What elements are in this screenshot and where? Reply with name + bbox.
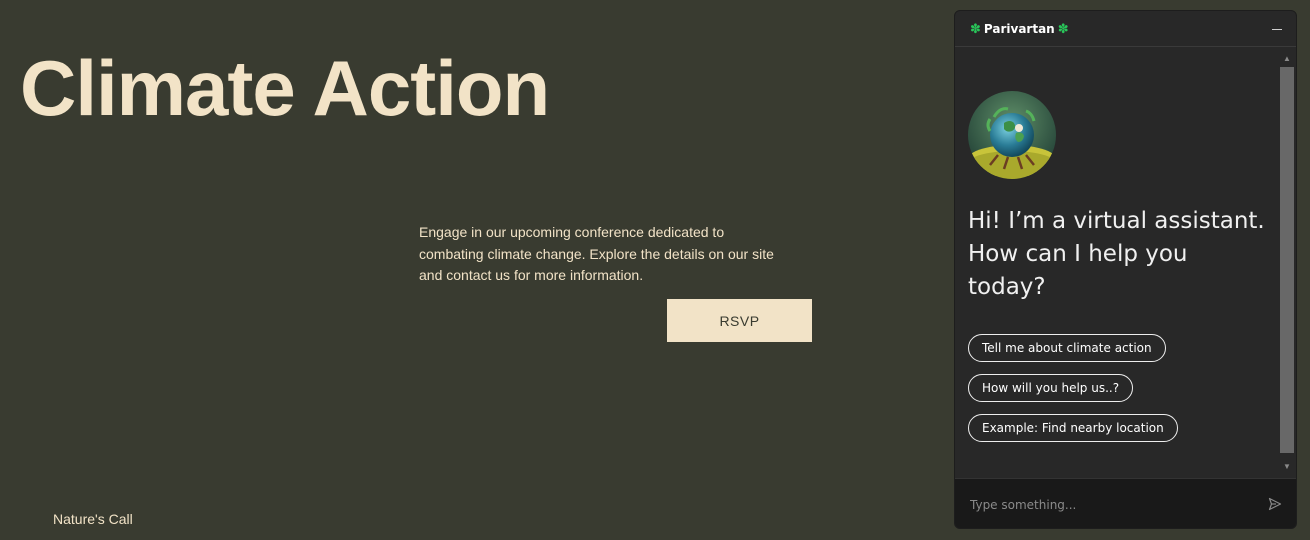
send-button[interactable] [1267,497,1283,513]
chat-messages[interactable]: Hi! I’m a virtual assistant. How can I h… [955,48,1296,478]
globe-avatar [968,91,1056,179]
suggestion-chip[interactable]: Example: Find nearby location [968,414,1178,442]
send-icon [1268,497,1282,511]
suggestion-chip[interactable]: Tell me about climate action [968,334,1166,362]
chat-header: ✽ Parivartan ✽ [955,11,1296,47]
chat-input-bar [955,478,1296,528]
footer-brand-link[interactable]: Nature's Call [53,511,133,527]
clover-icon: ✽ [1057,21,1069,36]
suggestion-chip[interactable]: How will you help us..? [968,374,1134,402]
scroll-down-icon[interactable]: ▼ [1280,460,1294,474]
chat-title: Parivartan [983,21,1055,36]
assistant-greeting: Hi! I’m a virtual assistant. How can I h… [968,208,1265,300]
rsvp-button[interactable]: RSVP [667,299,812,342]
page: Climate Action Engage in our upcoming co… [0,0,1310,540]
clover-icon: ✽ [970,21,981,36]
minimize-icon[interactable] [1272,19,1282,39]
hero-description: Engage in our upcoming conference dedica… [419,224,774,283]
scroll-thumb[interactable] [1280,67,1294,453]
chat-widget: ✽ Parivartan ✽ Hi! I’m a virtual assista… [954,10,1297,529]
hero-title: Climate Action [20,44,550,132]
chat-message-input[interactable] [968,491,1252,519]
scroll-up-icon[interactable]: ▲ [1280,52,1294,66]
chat-scrollbar[interactable]: ▲ ▼ [1280,48,1294,478]
